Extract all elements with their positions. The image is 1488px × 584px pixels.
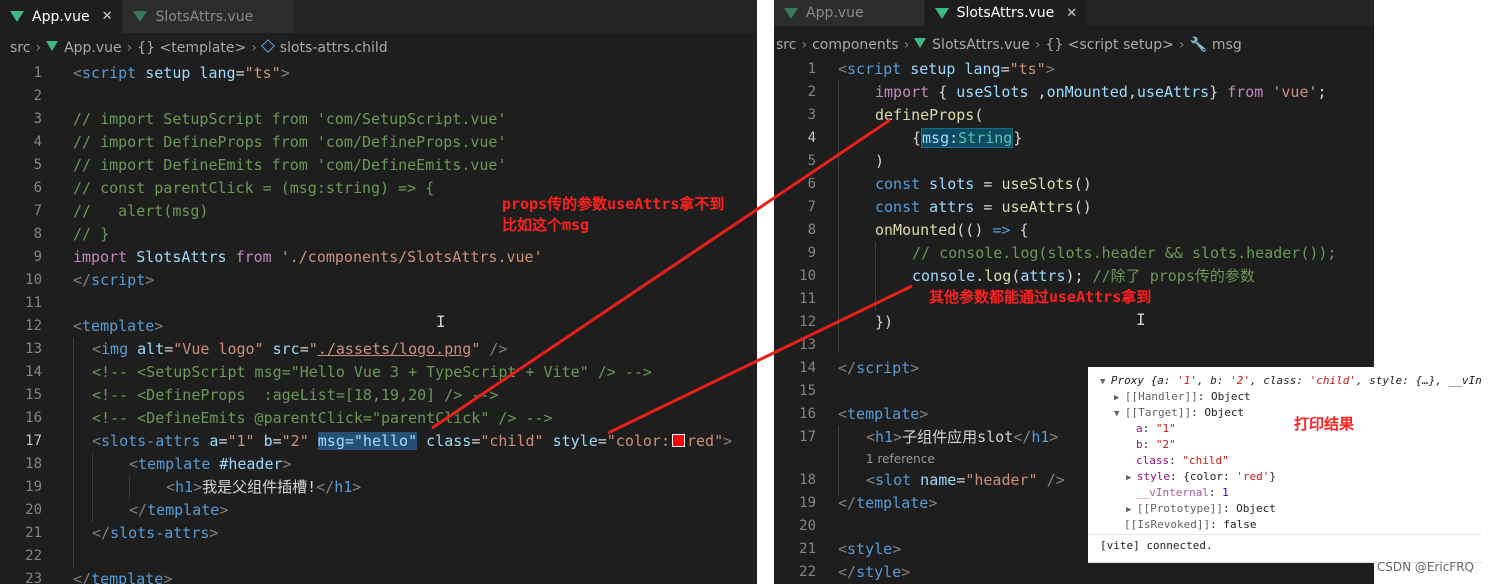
annotation-arrow-line xyxy=(431,118,891,430)
annotation-arrow-line xyxy=(607,284,913,435)
annotation-arrows xyxy=(431,118,913,435)
